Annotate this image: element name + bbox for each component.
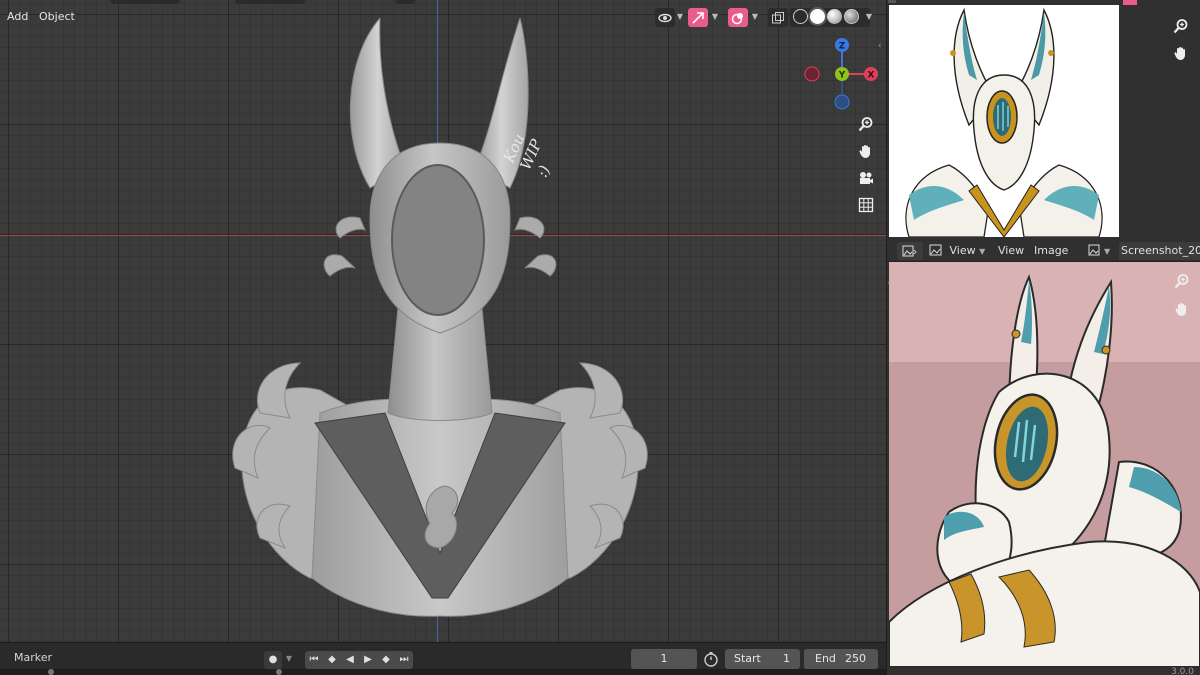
view-mode-label: View — [949, 244, 976, 257]
add-menu[interactable]: Add — [2, 8, 33, 26]
solid-shading-icon[interactable] — [810, 9, 825, 24]
reference-image-front[interactable] — [889, 5, 1119, 237]
image-browse-icon[interactable]: ▼ — [1088, 242, 1116, 260]
pin-indicator[interactable] — [1123, 0, 1137, 5]
sidebar-toggle-icon[interactable]: ‹ — [887, 278, 890, 287]
chevron-down-icon[interactable]: ▼ — [750, 9, 760, 25]
start-value: 1 — [783, 652, 790, 665]
camera-icon[interactable] — [854, 166, 878, 190]
current-frame-field[interactable]: 1 — [631, 649, 697, 669]
object-menu[interactable]: Object — [34, 8, 80, 26]
material-shading-icon[interactable] — [827, 9, 842, 24]
viewport-header: Add Object ▼ ▼ ▼ ▼ — [0, 0, 886, 34]
timeline-scrollbar[interactable] — [0, 669, 886, 675]
scroll-handle[interactable] — [48, 669, 54, 675]
face-visor — [391, 164, 485, 316]
version-label: 3.0.0 — [1171, 667, 1194, 675]
chevron-down-icon[interactable]: ▼ — [864, 9, 874, 25]
image-menu[interactable]: Image — [1034, 242, 1068, 260]
prev-keyframe-icon[interactable]: ◆ — [323, 651, 341, 669]
transform-stub[interactable] — [235, 0, 305, 4]
chevron-down-icon[interactable]: ▼ — [675, 9, 685, 25]
y-axis-label: Y — [838, 71, 846, 81]
chevron-down-icon: ▼ — [979, 247, 985, 256]
neg-x-handle[interactable] — [804, 66, 820, 82]
image-editor-header: View ▼ View Image ▼ Screenshot_2022 — [887, 238, 1200, 262]
sidebar-toggle-icon[interactable]: ‹ — [878, 41, 882, 51]
jump-start-icon[interactable]: ⏮ — [305, 651, 323, 669]
marker-menu[interactable]: Marker — [14, 651, 52, 664]
next-keyframe-icon[interactable]: ◆ — [377, 651, 395, 669]
neg-z-handle[interactable] — [834, 94, 850, 110]
gizmo-toggle-icon[interactable] — [688, 8, 708, 27]
area-corner[interactable] — [888, 0, 896, 3]
sculpt-model[interactable] — [230, 18, 650, 618]
end-label: End — [815, 652, 836, 665]
mode-selector-stub[interactable] — [110, 0, 180, 4]
chevron-down-icon[interactable]: ▼ — [710, 9, 720, 25]
navigation-gizmo[interactable]: Z X Y — [802, 36, 882, 112]
blender-window: Kou WIP :) Add Object ▼ ▼ ▼ ▼ Z X Y ‹ Ma… — [0, 0, 1200, 675]
image-name-field[interactable]: Screenshot_2022 — [1119, 242, 1200, 260]
scroll-handle[interactable] — [276, 669, 282, 675]
snap-stub[interactable] — [395, 0, 415, 4]
end-value: 250 — [845, 652, 866, 665]
reference-image-side[interactable] — [889, 262, 1200, 667]
pan-hand-icon[interactable] — [1170, 297, 1194, 321]
wireframe-shading-icon[interactable] — [793, 9, 808, 24]
zoom-icon[interactable] — [854, 112, 878, 136]
3d-viewport[interactable]: Kou WIP :) Add Object ▼ ▼ ▼ ▼ Z X Y ‹ — [0, 0, 886, 642]
pan-hand-icon[interactable] — [1169, 41, 1193, 65]
overlay-toggle-icon[interactable] — [728, 8, 748, 27]
character-front-drawing — [905, 7, 1103, 237]
pan-hand-icon[interactable] — [854, 139, 878, 163]
rendered-shading-icon[interactable] — [844, 9, 859, 24]
play-icon[interactable]: ▶ — [359, 651, 377, 669]
end-frame-field[interactable]: End 250 — [804, 649, 878, 669]
editor-type-icon[interactable] — [897, 242, 923, 260]
play-reverse-icon[interactable]: ◀ — [341, 651, 359, 669]
start-frame-field[interactable]: Start 1 — [725, 649, 800, 669]
zoom-icon[interactable] — [1170, 269, 1194, 293]
x-axis-label: X — [868, 71, 875, 81]
zoom-icon[interactable] — [1169, 14, 1193, 38]
character-side-drawing — [889, 262, 1200, 667]
z-axis-label: Z — [839, 42, 846, 52]
visibility-icon[interactable] — [655, 8, 675, 27]
grid-icon[interactable] — [854, 193, 878, 217]
start-label: Start — [734, 652, 761, 665]
jump-end-icon[interactable]: ⏭ — [395, 651, 413, 669]
record-icon[interactable]: ● — [264, 651, 282, 669]
stopwatch-icon[interactable] — [703, 651, 721, 669]
view-menu[interactable]: View — [998, 242, 1024, 260]
chest-tuft — [424, 485, 459, 549]
xray-toggle-icon[interactable] — [768, 8, 788, 27]
chevron-down-icon[interactable]: ▼ — [284, 651, 294, 667]
view-menu-with-icon[interactable]: View ▼ — [929, 242, 985, 260]
